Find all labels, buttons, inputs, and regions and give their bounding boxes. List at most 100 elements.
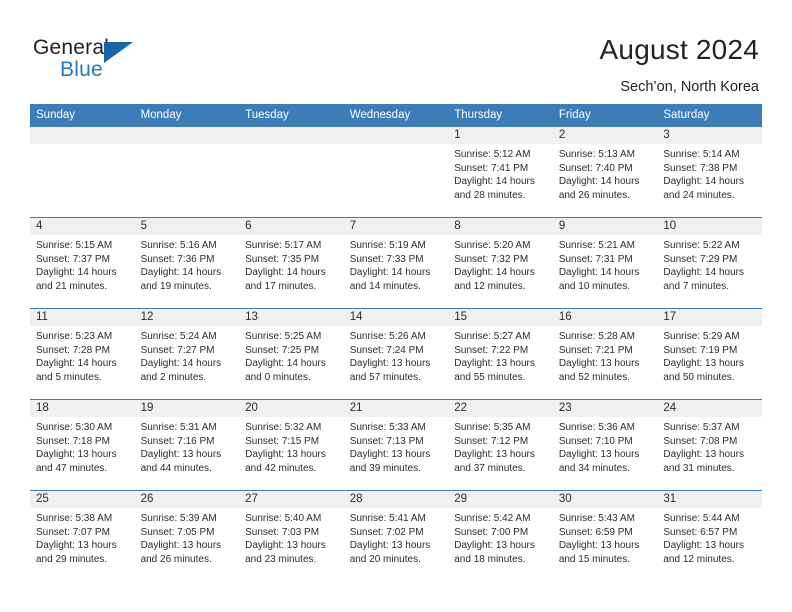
daylight-duration-line1: Daylight: 14 hours: [245, 358, 326, 370]
day-sun-info: Sunrise: 5:36 AM Sunset: 7:10 PM Daylight:…: [553, 417, 658, 475]
daylight-duration-line2: and 28 minutes.: [454, 189, 526, 201]
day-cell-content: 25 Sunrise: 5:38 AM Sunset: 7:07 PM Dayligh…: [30, 491, 135, 579]
day-number: 25: [30, 491, 135, 508]
day-sun-info: Sunrise: 5:38 AM Sunset: 7:07 PM Daylight:…: [30, 508, 135, 566]
calendar-day-cell[interactable]: 25 Sunrise: 5:38 AM Sunset: 7:07 PM Dayligh…: [30, 490, 135, 581]
day-sun-info: Sunrise: 5:22 AM Sunset: 7:29 PM Daylight:…: [657, 235, 762, 293]
calendar-day-cell[interactable]: 9 Sunrise: 5:21 AM Sunset: 7:31 PM Daylight…: [552, 217, 658, 309]
day-cell-content: 31 Sunrise: 5:44 AM Sunset: 6:57 PM Dayligh…: [657, 491, 762, 579]
sunset-time: Sunset: 7:35 PM: [245, 253, 320, 265]
day-sun-info: [30, 144, 135, 148]
daylight-duration-line2: and 42 minutes.: [245, 462, 317, 474]
day-number: 20: [239, 400, 344, 417]
calendar-empty-cell: [134, 126, 240, 218]
day-number: 7: [343, 218, 449, 235]
calendar-day-cell[interactable]: 3 Sunrise: 5:14 AM Sunset: 7:38 PM Daylight…: [657, 126, 762, 218]
calendar-day-cell[interactable]: 19 Sunrise: 5:31 AM Sunset: 7:16 PM Dayligh…: [134, 399, 240, 491]
calendar-day-cell[interactable]: 6 Sunrise: 5:17 AM Sunset: 7:35 PM Daylight…: [239, 217, 344, 309]
calendar-day-cell[interactable]: 14 Sunrise: 5:26 AM Sunset: 7:24 PM Dayligh…: [343, 308, 449, 400]
calendar-day-cell[interactable]: 21 Sunrise: 5:33 AM Sunset: 7:13 PM Dayligh…: [343, 399, 449, 491]
daylight-duration-line2: and 5 minutes.: [36, 371, 102, 383]
day-cell-content: 1 Sunrise: 5:12 AM Sunset: 7:41 PM Daylight…: [448, 127, 553, 215]
daylight-duration-line1: Daylight: 13 hours: [140, 540, 222, 552]
calendar-day-cell[interactable]: 16 Sunrise: 5:28 AM Sunset: 7:21 PM Dayligh…: [552, 308, 658, 400]
calendar-day-cell[interactable]: 4 Sunrise: 5:15 AM Sunset: 7:37 PM Daylight…: [30, 217, 135, 309]
sunset-time: Sunset: 7:41 PM: [454, 162, 529, 174]
calendar-day-cell[interactable]: 5 Sunrise: 5:16 AM Sunset: 7:36 PM Daylight…: [134, 217, 240, 309]
sunrise-time: Sunrise: 5:42 AM: [454, 513, 531, 524]
calendar-day-cell[interactable]: 24 Sunrise: 5:37 AM Sunset: 7:08 PM Dayligh…: [657, 399, 762, 491]
day-sun-info: Sunrise: 5:40 AM Sunset: 7:03 PM Daylight:…: [239, 508, 344, 566]
generalblue-logo[interactable]: General Blue: [33, 36, 163, 86]
daylight-duration-line2: and 2 minutes.: [140, 371, 207, 383]
day-sun-info: Sunrise: 5:28 AM Sunset: 7:21 PM Daylight:…: [553, 326, 658, 384]
sunrise-time: Sunrise: 5:36 AM: [558, 422, 635, 433]
calendar-day-cell[interactable]: 11 Sunrise: 5:23 AM Sunset: 7:28 PM Dayligh…: [30, 308, 135, 400]
day-sun-info: Sunrise: 5:17 AM Sunset: 7:35 PM Daylight:…: [239, 235, 344, 293]
calendar-day-cell[interactable]: 8 Sunrise: 5:20 AM Sunset: 7:32 PM Daylight…: [448, 217, 553, 309]
calendar-day-cell[interactable]: 13 Sunrise: 5:25 AM Sunset: 7:25 PM Dayligh…: [239, 308, 344, 400]
daylight-duration-line2: and 19 minutes.: [140, 280, 212, 292]
sunset-time: Sunset: 7:13 PM: [349, 435, 424, 447]
logo-triangle-icon: [104, 42, 133, 63]
day-number: 13: [239, 309, 344, 326]
calendar-page: General Blue August 2024 Sech’on, North …: [0, 0, 792, 612]
calendar-day-cell[interactable]: 20 Sunrise: 5:32 AM Sunset: 7:15 PM Dayligh…: [239, 399, 344, 491]
daylight-duration-line2: and 24 minutes.: [663, 189, 735, 201]
day-number: 26: [134, 491, 240, 508]
sunset-time: Sunset: 7:12 PM: [454, 435, 529, 447]
sunrise-time: Sunrise: 5:15 AM: [36, 240, 113, 251]
calendar-day-cell[interactable]: 29 Sunrise: 5:42 AM Sunset: 7:00 PM Dayligh…: [448, 490, 553, 581]
calendar-day-cell[interactable]: 15 Sunrise: 5:27 AM Sunset: 7:22 PM Dayligh…: [448, 308, 553, 400]
calendar-day-cell[interactable]: 22 Sunrise: 5:35 AM Sunset: 7:12 PM Dayligh…: [448, 399, 553, 491]
calendar-day-cell[interactable]: 1 Sunrise: 5:12 AM Sunset: 7:41 PM Daylight…: [448, 126, 553, 218]
daylight-duration-line2: and 20 minutes.: [349, 553, 421, 565]
daylight-duration-line1: Daylight: 14 hours: [663, 267, 744, 279]
page-subtitle: Sech’on, North Korea: [620, 79, 759, 95]
daylight-duration-line1: Daylight: 13 hours: [245, 449, 326, 461]
calendar-day-cell[interactable]: 7 Sunrise: 5:19 AM Sunset: 7:33 PM Daylight…: [343, 217, 449, 309]
sunset-time: Sunset: 7:40 PM: [558, 162, 633, 174]
sunrise-time: Sunrise: 5:30 AM: [36, 422, 113, 433]
daylight-duration-line1: Daylight: 14 hours: [140, 267, 222, 279]
day-sun-info: Sunrise: 5:21 AM Sunset: 7:31 PM Daylight:…: [553, 235, 658, 293]
day-sun-info: Sunrise: 5:25 AM Sunset: 7:25 PM Daylight:…: [239, 326, 344, 384]
day-sun-info: Sunrise: 5:37 AM Sunset: 7:08 PM Daylight:…: [657, 417, 762, 475]
calendar-day-cell[interactable]: 27 Sunrise: 5:40 AM Sunset: 7:03 PM Dayligh…: [239, 490, 344, 581]
sunset-time: Sunset: 7:37 PM: [36, 253, 110, 265]
sunrise-time: Sunrise: 5:29 AM: [663, 331, 740, 342]
day-cell-content: 26 Sunrise: 5:39 AM Sunset: 7:05 PM Dayligh…: [134, 491, 240, 579]
calendar-day-cell[interactable]: 10 Sunrise: 5:22 AM Sunset: 7:29 PM Dayligh…: [657, 217, 762, 309]
daylight-duration-line2: and 47 minutes.: [36, 462, 108, 474]
daylight-duration-line2: and 12 minutes.: [663, 553, 735, 565]
calendar-day-cell[interactable]: 12 Sunrise: 5:24 AM Sunset: 7:27 PM Dayligh…: [134, 308, 240, 400]
sunrise-time: Sunrise: 5:14 AM: [663, 149, 740, 160]
sunset-time: Sunset: 6:57 PM: [663, 526, 738, 538]
daylight-duration-line2: and 26 minutes.: [140, 553, 212, 565]
logo-text-blue: Blue: [60, 58, 103, 81]
day-sun-info: Sunrise: 5:44 AM Sunset: 6:57 PM Daylight:…: [657, 508, 762, 566]
sunrise-time: Sunrise: 5:43 AM: [558, 513, 635, 524]
calendar-day-cell[interactable]: 28 Sunrise: 5:41 AM Sunset: 7:02 PM Dayligh…: [343, 490, 449, 581]
day-cell-content: 11 Sunrise: 5:23 AM Sunset: 7:28 PM Dayligh…: [30, 309, 135, 397]
calendar-day-cell[interactable]: 18 Sunrise: 5:30 AM Sunset: 7:18 PM Dayligh…: [30, 399, 135, 491]
calendar-day-cell[interactable]: 23 Sunrise: 5:36 AM Sunset: 7:10 PM Dayligh…: [552, 399, 658, 491]
day-sun-info: Sunrise: 5:39 AM Sunset: 7:05 PM Daylight:…: [135, 508, 240, 566]
day-number: 22: [448, 400, 553, 417]
calendar-day-cell[interactable]: 30 Sunrise: 5:43 AM Sunset: 6:59 PM Dayligh…: [552, 490, 658, 581]
day-sun-info: Sunrise: 5:42 AM Sunset: 7:00 PM Daylight:…: [448, 508, 553, 566]
calendar-day-cell[interactable]: 17 Sunrise: 5:29 AM Sunset: 7:19 PM Dayligh…: [657, 308, 762, 400]
day-sun-info: [239, 144, 344, 148]
day-number: 5: [134, 218, 240, 235]
calendar-empty-cell: [239, 126, 344, 218]
calendar-day-cell[interactable]: 26 Sunrise: 5:39 AM Sunset: 7:05 PM Dayligh…: [134, 490, 240, 581]
sunrise-time: Sunrise: 5:16 AM: [140, 240, 217, 251]
day-cell-content: 9 Sunrise: 5:21 AM Sunset: 7:31 PM Daylight…: [552, 218, 658, 306]
day-number: 19: [134, 400, 240, 417]
daylight-duration-line1: Daylight: 13 hours: [663, 449, 744, 461]
day-cell-content: 2 Sunrise: 5:13 AM Sunset: 7:40 PM Daylight…: [552, 127, 658, 215]
day-cell-content: 7 Sunrise: 5:19 AM Sunset: 7:33 PM Daylight…: [343, 218, 449, 306]
calendar-day-cell[interactable]: 31 Sunrise: 5:44 AM Sunset: 6:57 PM Dayligh…: [657, 490, 762, 581]
calendar-empty-cell: [30, 126, 135, 218]
calendar-day-cell[interactable]: 2 Sunrise: 5:13 AM Sunset: 7:40 PM Daylight…: [552, 126, 658, 218]
